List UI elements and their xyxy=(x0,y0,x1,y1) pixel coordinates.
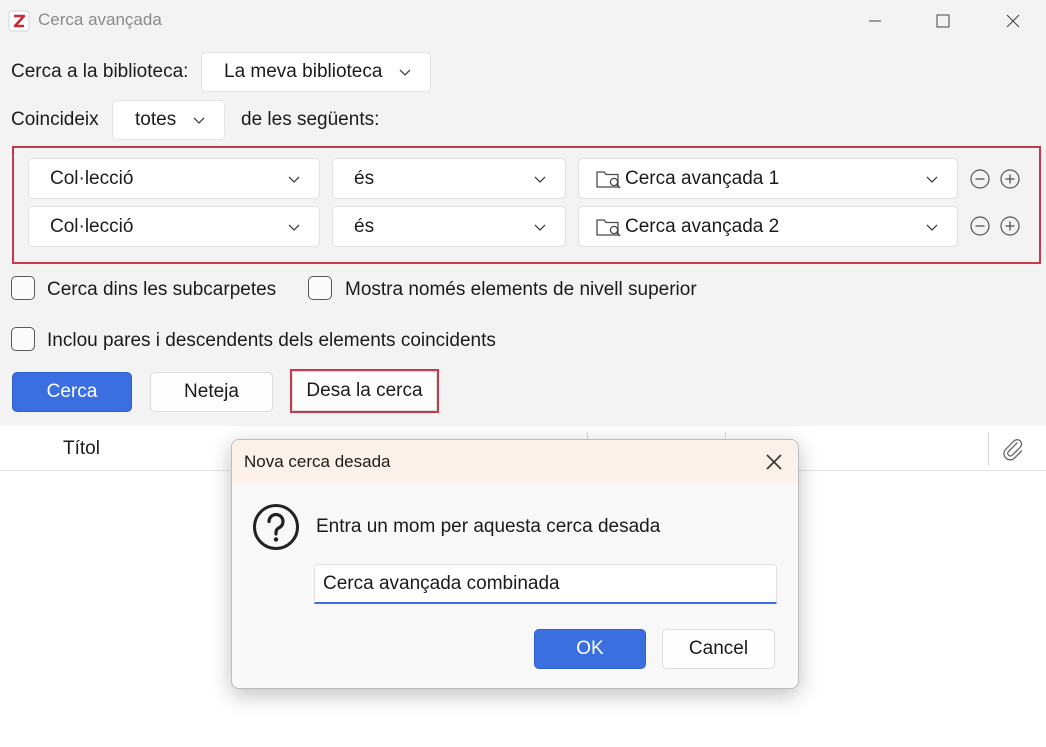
add-condition-icon[interactable] xyxy=(999,215,1021,237)
subfolders-checkbox[interactable] xyxy=(11,276,35,300)
maximize-button[interactable] xyxy=(920,6,966,36)
match-dropdown[interactable]: totes xyxy=(112,100,225,140)
dialog-message: Entra un mom per aquesta cerca desada xyxy=(316,516,661,537)
dialog-title: Nova cerca desada xyxy=(244,452,391,471)
condition-value-text: Cerca avançada 2 xyxy=(625,215,780,237)
window-title: Cerca avançada xyxy=(38,10,162,29)
search-button[interactable]: Cerca xyxy=(12,372,132,412)
close-icon[interactable] xyxy=(764,452,784,472)
chevron-down-icon xyxy=(926,176,938,183)
close-icon xyxy=(1006,14,1020,28)
paperclip-icon[interactable] xyxy=(1000,436,1026,462)
condition-operator-dropdown[interactable]: és xyxy=(332,158,566,199)
library-dropdown-value: La meva biblioteca xyxy=(224,61,383,82)
saved-search-folder-icon xyxy=(596,171,621,189)
top-level-label: Mostra només elements de nivell superior xyxy=(345,279,697,300)
zotero-icon xyxy=(8,10,30,32)
close-button[interactable] xyxy=(990,6,1036,36)
saved-search-folder-icon xyxy=(596,219,621,237)
question-icon xyxy=(253,504,299,550)
condition-field-value: Col·lecció xyxy=(50,167,134,189)
column-separator xyxy=(988,432,989,466)
remove-condition-icon[interactable] xyxy=(969,215,991,237)
window-titlebar: Cerca avançada xyxy=(0,0,1046,40)
minimize-icon xyxy=(869,20,881,22)
match-dropdown-value: totes xyxy=(135,109,177,130)
condition-operator-value: és xyxy=(354,215,375,237)
title-column-header[interactable]: Títol xyxy=(63,438,100,460)
add-condition-icon[interactable] xyxy=(999,168,1021,190)
condition-field-dropdown[interactable]: Col·lecció xyxy=(28,158,320,199)
condition-field-dropdown[interactable]: Col·lecció xyxy=(28,206,320,247)
clear-button[interactable]: Neteja xyxy=(150,372,273,412)
remove-condition-icon[interactable] xyxy=(969,168,991,190)
include-parents-checkbox[interactable] xyxy=(11,327,35,351)
minimize-button[interactable] xyxy=(852,6,898,36)
match-label: Coincideix xyxy=(11,109,99,130)
library-dropdown[interactable]: La meva biblioteca xyxy=(201,52,431,92)
dialog-titlebar: Nova cerca desada xyxy=(232,440,798,484)
top-level-checkbox[interactable] xyxy=(308,276,332,300)
chevron-down-icon xyxy=(288,176,300,183)
chevron-down-icon xyxy=(288,224,300,231)
condition-operator-value: és xyxy=(354,167,375,189)
condition-field-value: Col·lecció xyxy=(50,215,134,237)
subfolders-label: Cerca dins les subcarpetes xyxy=(47,279,277,300)
saved-search-name-input[interactable] xyxy=(314,564,777,604)
save-search-button[interactable]: Desa la cerca xyxy=(290,369,439,413)
maximize-icon xyxy=(936,14,950,28)
condition-value-dropdown[interactable]: Cerca avançada 2 xyxy=(578,206,958,247)
save-search-dialog: Nova cerca desada Entra un mom per aques… xyxy=(231,439,799,689)
library-label: Cerca a la biblioteca: xyxy=(11,61,189,82)
cancel-button[interactable]: Cancel xyxy=(662,629,775,669)
ok-button[interactable]: OK xyxy=(534,629,646,669)
chevron-down-icon xyxy=(399,69,411,76)
condition-value-text: Cerca avançada 1 xyxy=(625,167,780,189)
chevron-down-icon xyxy=(534,224,546,231)
condition-operator-dropdown[interactable]: és xyxy=(332,206,566,247)
chevron-down-icon xyxy=(193,117,205,124)
include-parents-label: Inclou pares i descendents dels elements… xyxy=(47,330,496,351)
match-suffix: de les següents: xyxy=(241,109,380,130)
chevron-down-icon xyxy=(926,224,938,231)
condition-value-dropdown[interactable]: Cerca avançada 1 xyxy=(578,158,958,199)
chevron-down-icon xyxy=(534,176,546,183)
